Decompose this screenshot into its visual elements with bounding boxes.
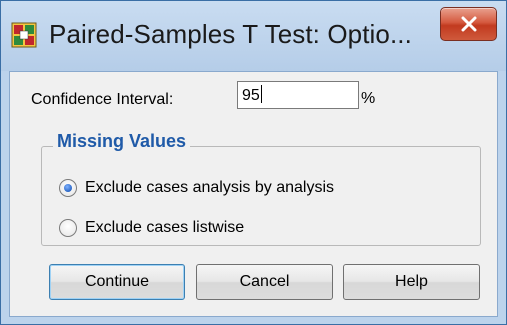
title-bar[interactable]: Paired-Samples T Test: Optio...: [1, 1, 506, 71]
radio-label: Exclude cases listwise: [85, 219, 245, 236]
radio-selected-icon[interactable]: [59, 179, 77, 197]
missing-values-legend: Missing Values: [53, 131, 191, 152]
window-title: Paired-Samples T Test: Optio...: [49, 19, 412, 49]
close-button[interactable]: [440, 7, 497, 41]
radio-label: Exclude cases analysis by analysis: [85, 179, 335, 196]
text-caret: [260, 85, 262, 103]
close-icon: [461, 16, 477, 32]
help-button[interactable]: Help: [343, 264, 480, 300]
confidence-interval-value: 95: [242, 87, 260, 104]
dialog-window: Paired-Samples T Test: Optio... Confiden…: [0, 0, 507, 325]
percent-sign: %: [361, 90, 376, 107]
continue-button[interactable]: Continue: [49, 264, 185, 300]
cancel-button[interactable]: Cancel: [196, 264, 333, 300]
app-grid-icon: [11, 22, 37, 48]
confidence-interval-input[interactable]: 95: [237, 81, 359, 109]
radio-unselected-icon[interactable]: [59, 219, 77, 237]
confidence-interval-label: Confidence Interval:: [31, 91, 174, 108]
